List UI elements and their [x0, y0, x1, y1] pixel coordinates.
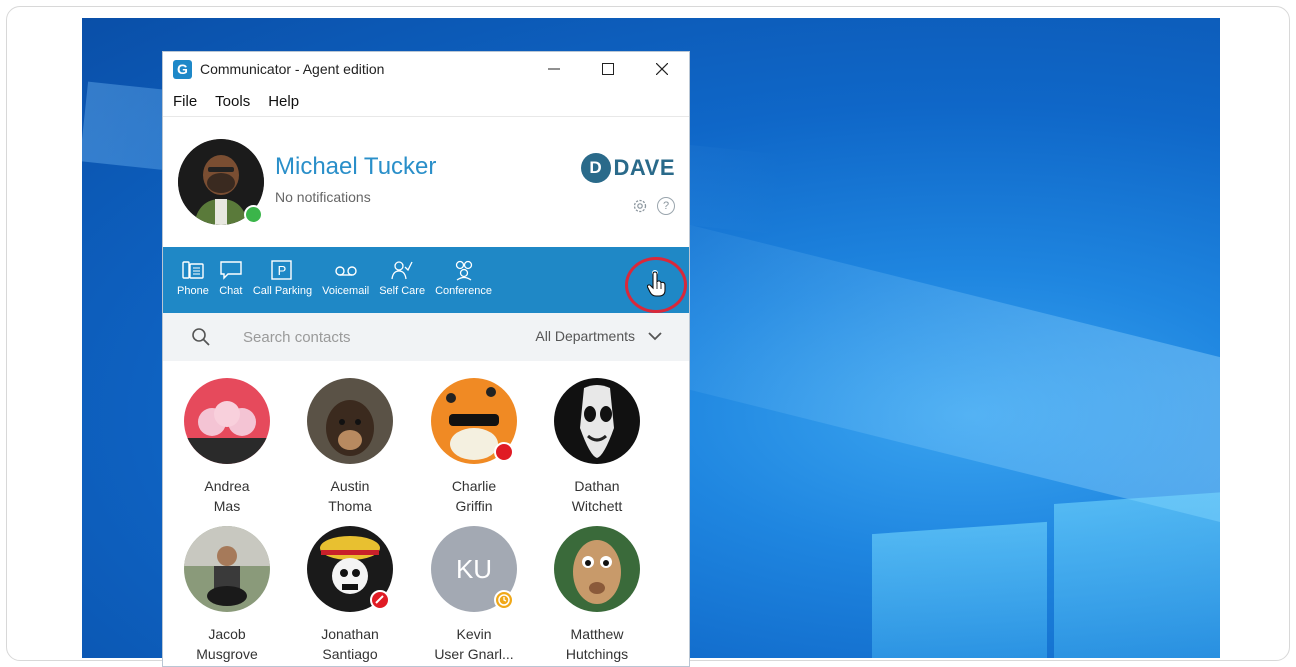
help-button[interactable]: ?	[657, 197, 675, 215]
toolbar-conference[interactable]: Conference	[435, 247, 492, 297]
brand-logo-mark: D	[580, 153, 611, 183]
toolbar-label: Call Parking	[252, 285, 313, 297]
gear-icon	[633, 199, 647, 213]
presence-indicator	[244, 205, 263, 224]
parking-icon: P	[270, 259, 294, 281]
toolbar-label: Voicemail	[322, 285, 370, 297]
contact-name: Kevin User Gnarl...	[434, 626, 514, 662]
toolbar-label: Chat	[219, 285, 243, 297]
search-input[interactable]	[243, 326, 503, 348]
contact-avatar	[184, 526, 270, 612]
brand-logo: D DAVE	[580, 153, 676, 183]
close-button[interactable]	[635, 52, 689, 86]
maximize-button[interactable]	[581, 52, 635, 86]
brand-logo-text: DAVE	[613, 155, 675, 180]
window-controls	[527, 52, 689, 86]
status-badge-away	[494, 590, 514, 610]
settings-button[interactable]	[631, 197, 649, 215]
contact-tile[interactable]: Matthew Hutchings	[542, 526, 652, 664]
conference-icon	[452, 259, 476, 281]
user-status-text: No notifications	[275, 189, 371, 205]
contact-name: Austin Thoma	[328, 478, 372, 514]
chat-icon	[219, 259, 243, 281]
user-name[interactable]: Michael Tucker	[275, 153, 436, 181]
phone-icon	[181, 259, 205, 281]
contact-avatar	[184, 378, 270, 464]
clock-icon	[498, 594, 510, 606]
close-icon	[656, 63, 668, 75]
contact-avatar	[307, 378, 393, 464]
app-logo-icon: G	[173, 59, 192, 79]
chevron-down-icon[interactable]	[647, 329, 663, 343]
contact-tile[interactable]: Jonathan Santiago	[295, 526, 405, 664]
minimize-button[interactable]	[527, 52, 581, 86]
toolbar-label: Conference	[435, 285, 492, 297]
profile-actions: ?	[631, 197, 675, 215]
toolbar-phone[interactable]: Phone	[177, 247, 209, 297]
menu-file[interactable]: File	[173, 93, 197, 110]
minimize-icon	[548, 68, 560, 70]
contact-name: Charlie Griffin	[451, 478, 497, 514]
menu-tools[interactable]: Tools	[215, 93, 250, 110]
contact-name: Jacob Musgrove	[196, 626, 258, 662]
contact-tile[interactable]: KU Kevin User Gnarl...	[419, 526, 529, 664]
svg-text:P: P	[278, 263, 287, 278]
toolbar-call-parking[interactable]: P Call Parking	[253, 247, 312, 297]
title-bar[interactable]: G Communicator - Agent edition	[163, 52, 689, 86]
menu-bar: File Tools Help	[163, 86, 689, 116]
phone-call-icon	[375, 595, 384, 604]
action-toolbar: Phone Chat P Call Parking Voicemail Self…	[163, 247, 689, 313]
contact-name: Jonathan Santiago	[321, 626, 379, 662]
contact-tile[interactable]: Austin Thoma	[295, 378, 405, 516]
toolbar-chat[interactable]: Chat	[219, 247, 243, 297]
toolbar-voicemail[interactable]: Voicemail	[322, 247, 369, 297]
profile-header: Michael Tucker No notifications D DAVE ?	[163, 116, 689, 247]
status-badge-busy	[494, 442, 514, 462]
question-mark-icon: ?	[662, 200, 670, 212]
contact-avatar	[554, 526, 640, 612]
contact-tile[interactable]: Jacob Musgrove	[172, 526, 282, 664]
contact-name: Andrea Mas	[204, 478, 250, 514]
wallpaper-window-pane	[872, 521, 1047, 658]
voicemail-icon	[334, 259, 358, 281]
window-title: Communicator - Agent edition	[200, 61, 385, 77]
toolbar-self-care[interactable]: Self Care	[379, 247, 425, 297]
hand-cursor-icon	[647, 272, 666, 297]
communicator-window: G Communicator - Agent edition File Tool…	[162, 51, 690, 667]
maximize-icon	[602, 63, 614, 75]
contact-avatar	[554, 378, 640, 464]
search-bar: All Departments	[163, 313, 689, 361]
status-badge-on-call	[370, 590, 390, 610]
contact-tile[interactable]: Charlie Griffin	[419, 378, 529, 516]
self-care-icon	[390, 259, 414, 281]
menu-help[interactable]: Help	[268, 93, 299, 110]
toolbar-label: Self Care	[379, 285, 426, 297]
department-filter[interactable]: All Departments	[535, 328, 635, 344]
contact-tile[interactable]: Andrea Mas	[172, 378, 282, 516]
contact-name: Matthew Hutchings	[565, 626, 629, 662]
contact-tile[interactable]: Dathan Witchett	[542, 378, 652, 516]
search-icon[interactable]	[191, 327, 211, 347]
toolbar-label: Phone	[177, 285, 209, 297]
more-options-button[interactable]	[625, 257, 687, 313]
contact-name: Dathan Witchett	[571, 478, 623, 514]
wallpaper-window-pane	[1054, 492, 1220, 658]
